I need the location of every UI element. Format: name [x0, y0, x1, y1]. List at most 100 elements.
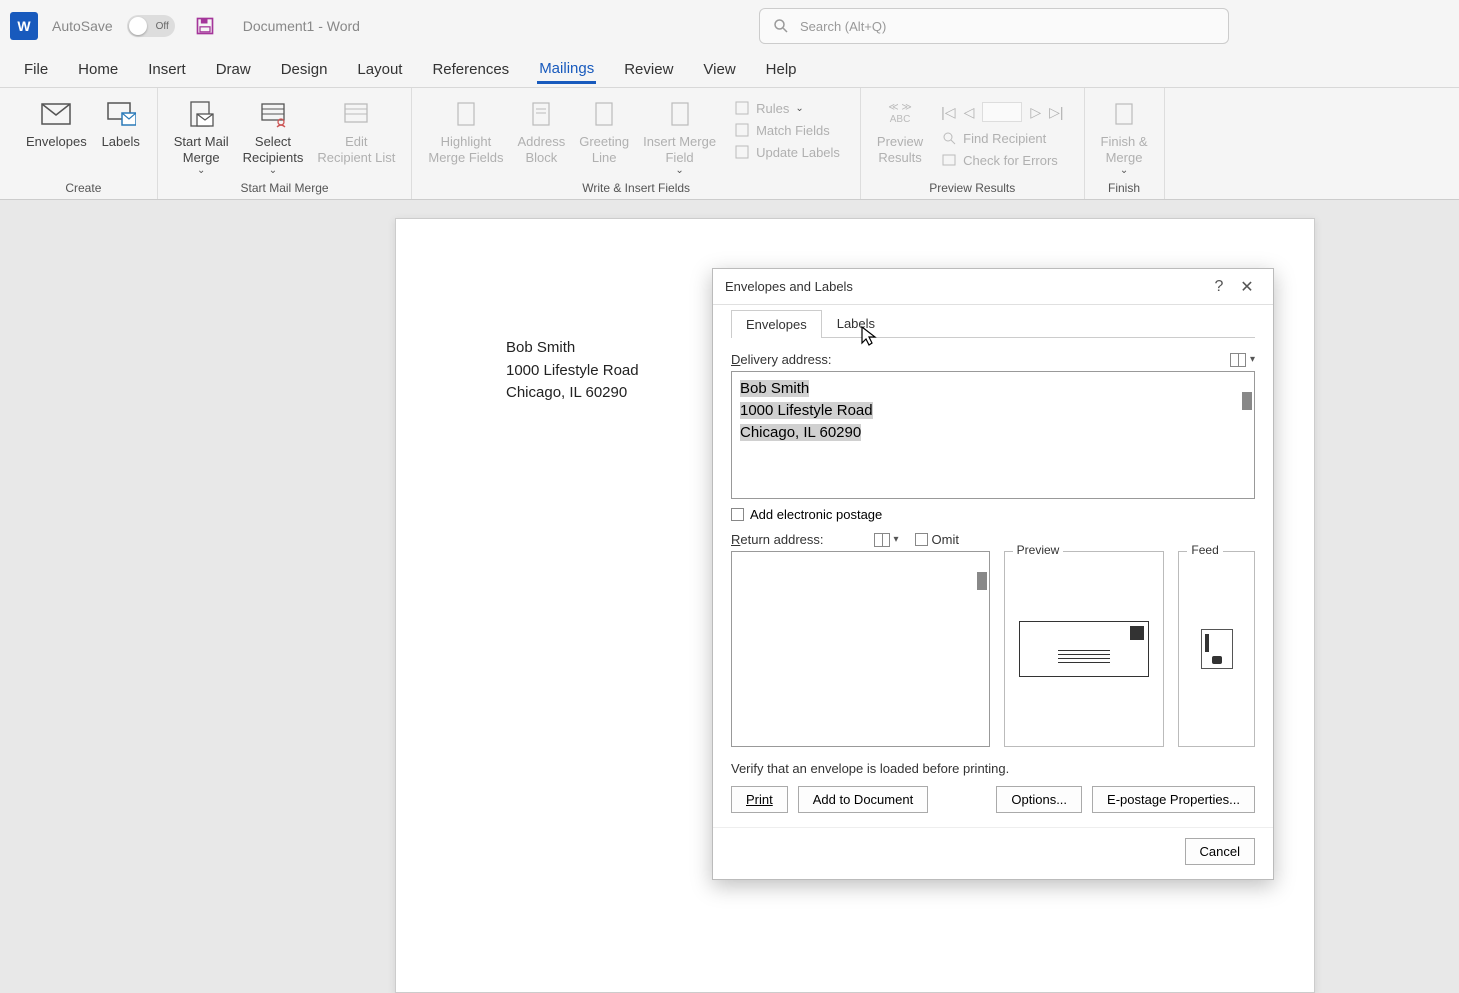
preview-results-button[interactable]: ≪ ≫ABCPreview Results: [871, 94, 929, 169]
group-wif-label: Write & Insert Fields: [582, 181, 690, 197]
edit-recipient-label: Edit Recipient List: [317, 134, 395, 165]
verify-text: Verify that an envelope is loaded before…: [731, 761, 1255, 776]
finish-merge-button[interactable]: Finish & Merge⌄: [1095, 94, 1154, 181]
tab-envelopes-dialog[interactable]: Envelopes: [731, 310, 822, 338]
ribbon: Envelopes Labels Create Start Mail Merge…: [0, 88, 1459, 200]
title-bar: W AutoSave Off Document1 - Word Search (…: [0, 0, 1459, 52]
print-button[interactable]: Print: [731, 786, 788, 813]
last-record-icon[interactable]: ▷|: [1049, 104, 1063, 121]
greeting-label: Greeting Line: [579, 134, 629, 165]
ribbon-tabs: File Home Insert Draw Design Layout Refe…: [0, 52, 1459, 88]
feed-panel[interactable]: Feed: [1178, 551, 1255, 747]
next-record-icon[interactable]: ▷: [1030, 104, 1041, 121]
postage-label: Add electronic postage: [750, 507, 882, 522]
ribbon-group-finish: Finish & Merge⌄ Finish: [1085, 88, 1165, 199]
labels-label: Labels: [102, 134, 140, 150]
tab-home[interactable]: Home: [76, 57, 120, 82]
search-placeholder: Search (Alt+Q): [800, 19, 886, 34]
tab-insert[interactable]: Insert: [146, 57, 188, 82]
chevron-down-icon: ⌄: [675, 165, 683, 177]
tab-labels-dialog[interactable]: Labels: [822, 309, 890, 337]
return-address-label: Return address: ▾ Omit: [731, 532, 995, 547]
tab-review[interactable]: Review: [622, 57, 675, 82]
envelopes-button[interactable]: Envelopes: [20, 94, 93, 154]
search-input[interactable]: Search (Alt+Q): [759, 8, 1229, 44]
insert-merge-field-button[interactable]: Insert Merge Field⌄: [637, 94, 722, 181]
first-record-icon[interactable]: |◁: [941, 104, 955, 121]
help-button[interactable]: ?: [1205, 273, 1233, 301]
epostage-properties-button[interactable]: E-postage Properties...: [1092, 786, 1255, 813]
dialog-titlebar[interactable]: Envelopes and Labels ? ✕: [713, 269, 1273, 305]
edit-recipient-list-button[interactable]: Edit Recipient List: [311, 94, 401, 169]
record-navigation: |◁ ◁ ▷ ▷|: [937, 98, 1067, 126]
tab-help[interactable]: Help: [764, 57, 799, 82]
start-mail-merge-button[interactable]: Start Mail Merge⌄: [168, 94, 235, 181]
envelope-preview[interactable]: Preview: [1004, 551, 1165, 747]
chevron-down-icon: ⌄: [269, 165, 277, 177]
tab-file[interactable]: File: [22, 57, 50, 82]
document-text: Bob Smith 1000 Lifestyle Road Chicago, I…: [506, 337, 639, 405]
address-book-icon[interactable]: [874, 533, 890, 547]
chevron-down-icon[interactable]: ▾: [1250, 354, 1255, 365]
rules-icon: [734, 100, 750, 116]
match-fields-button[interactable]: Match Fields: [730, 120, 844, 140]
envelopes-label: Envelopes: [26, 134, 87, 150]
autosave-label: AutoSave: [52, 18, 113, 34]
search-icon: [772, 17, 790, 35]
close-button[interactable]: ✕: [1233, 273, 1261, 301]
dialog-title: Envelopes and Labels: [725, 279, 853, 294]
tab-references[interactable]: References: [430, 57, 511, 82]
prev-record-icon[interactable]: ◁: [964, 104, 975, 121]
scrollbar-thumb[interactable]: [977, 572, 987, 590]
options-button[interactable]: Options...: [996, 786, 1082, 813]
check-errors-button[interactable]: Check for Errors: [937, 150, 1067, 170]
tab-design[interactable]: Design: [279, 57, 330, 82]
find-recipient-button[interactable]: Find Recipient: [937, 128, 1067, 148]
chevron-down-icon: ⌄: [1120, 165, 1128, 177]
omit-checkbox[interactable]: [915, 533, 928, 546]
labels-icon: [105, 98, 137, 130]
dialog-tabs: Envelopes Labels: [731, 309, 1255, 338]
greeting-line-button[interactable]: Greeting Line: [573, 94, 635, 169]
document-title: Document1 - Word: [243, 18, 360, 34]
electronic-postage-checkbox[interactable]: Add electronic postage: [731, 507, 1255, 522]
envelopes-labels-dialog: Envelopes and Labels ? ✕ Envelopes Label…: [712, 268, 1274, 880]
delivery-address-input[interactable]: Bob Smith 1000 Lifestyle Road Chicago, I…: [731, 371, 1255, 499]
feed-icon: [1201, 629, 1233, 669]
delivery-line-2: 1000 Lifestyle Road: [740, 402, 873, 419]
select-recipients-label: Select Recipients: [243, 134, 304, 165]
delivery-address-label: Delivery address: ▾: [731, 352, 1255, 367]
checkbox-icon: [731, 508, 744, 521]
select-recipients-button[interactable]: Select Recipients⌄: [237, 94, 310, 181]
ribbon-group-create: Envelopes Labels Create: [10, 88, 158, 199]
address-block-button[interactable]: Address Block: [512, 94, 572, 169]
chevron-down-icon: ⌄: [795, 103, 803, 114]
tab-draw[interactable]: Draw: [214, 57, 253, 82]
scrollbar-thumb[interactable]: [1242, 392, 1252, 410]
labels-button[interactable]: Labels: [95, 94, 147, 154]
autosave-toggle[interactable]: Off: [127, 15, 175, 37]
match-icon: [734, 122, 750, 138]
tab-layout[interactable]: Layout: [355, 57, 404, 82]
highlight-merge-fields-button[interactable]: Highlight Merge Fields: [422, 94, 509, 169]
rules-button[interactable]: Rules⌄: [730, 98, 844, 118]
return-address-input[interactable]: [731, 551, 990, 747]
group-finish-label: Finish: [1108, 181, 1140, 197]
envelope-preview-icon: [1019, 621, 1149, 677]
cancel-button[interactable]: Cancel: [1185, 838, 1255, 865]
delivery-line-3: Chicago, IL 60290: [740, 424, 861, 441]
chevron-down-icon[interactable]: ▾: [894, 534, 899, 545]
tab-view[interactable]: View: [701, 57, 737, 82]
tab-mailings[interactable]: Mailings: [537, 56, 596, 84]
match-label: Match Fields: [756, 123, 830, 138]
update-labels-button[interactable]: Update Labels: [730, 142, 844, 162]
update-label: Update Labels: [756, 145, 840, 160]
record-counter-input[interactable]: [982, 102, 1022, 122]
greeting-icon: [588, 98, 620, 130]
save-icon[interactable]: [195, 16, 215, 36]
address-book-icon[interactable]: [1230, 353, 1246, 367]
highlight-icon: [450, 98, 482, 130]
group-preview-label: Preview Results: [929, 181, 1015, 197]
add-to-document-button[interactable]: Add to Document: [798, 786, 928, 813]
word-logo-icon: W: [10, 12, 38, 40]
